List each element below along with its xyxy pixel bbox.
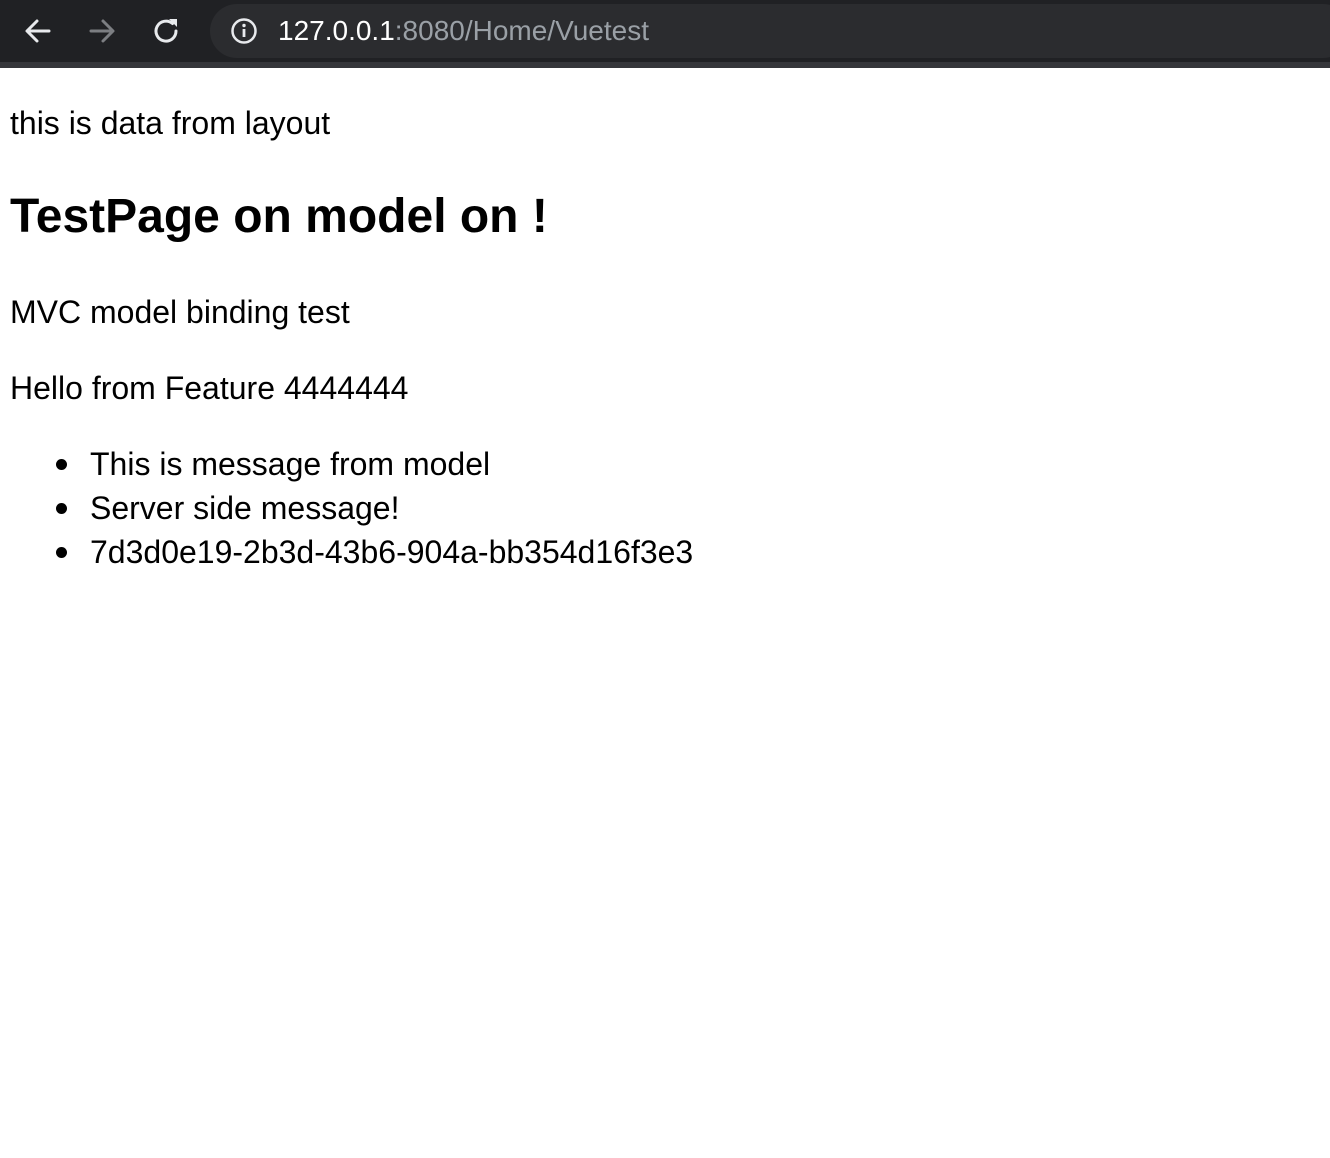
subtitle: MVC model binding test — [10, 294, 350, 330]
address-bar[interactable]: 127.0.0.1:8080/Home/Vuetest — [210, 4, 1330, 58]
layout-text: this is data from layout — [10, 105, 331, 141]
list-item: Server side message! — [10, 490, 693, 534]
url-host: 127.0.0.1 — [278, 15, 395, 46]
message-text: This is message from model — [90, 446, 491, 482]
list-item: 7d3d0e19-2b3d-43b6-904a-bb354d16f3e3 — [10, 534, 693, 578]
page-title: TestPage on model on ! — [10, 190, 548, 243]
list-item: This is message from model — [10, 446, 693, 490]
browser-toolbar: 127.0.0.1:8080/Home/Vuetest — [0, 0, 1330, 68]
message-text: 7d3d0e19-2b3d-43b6-904a-bb354d16f3e3 — [90, 534, 694, 570]
feature-text: Hello from Feature 4444444 — [10, 370, 409, 406]
url-path: :8080/Home/Vuetest — [394, 15, 650, 46]
back-button[interactable] — [18, 11, 58, 51]
reload-button[interactable] — [146, 11, 186, 51]
bullet — [56, 459, 67, 470]
bullet — [56, 503, 67, 514]
info-icon[interactable] — [230, 17, 258, 45]
forward-button[interactable] — [82, 11, 122, 51]
url-text[interactable]: 127.0.0.1:8080/Home/Vuetest — [278, 16, 649, 46]
message-text: Server side message! — [90, 490, 400, 526]
message-list: This is message from model Server side m… — [10, 446, 693, 578]
bullet — [56, 547, 67, 558]
arrow-right-icon — [89, 19, 115, 43]
arrow-left-icon — [25, 19, 51, 43]
reload-icon — [154, 19, 178, 43]
